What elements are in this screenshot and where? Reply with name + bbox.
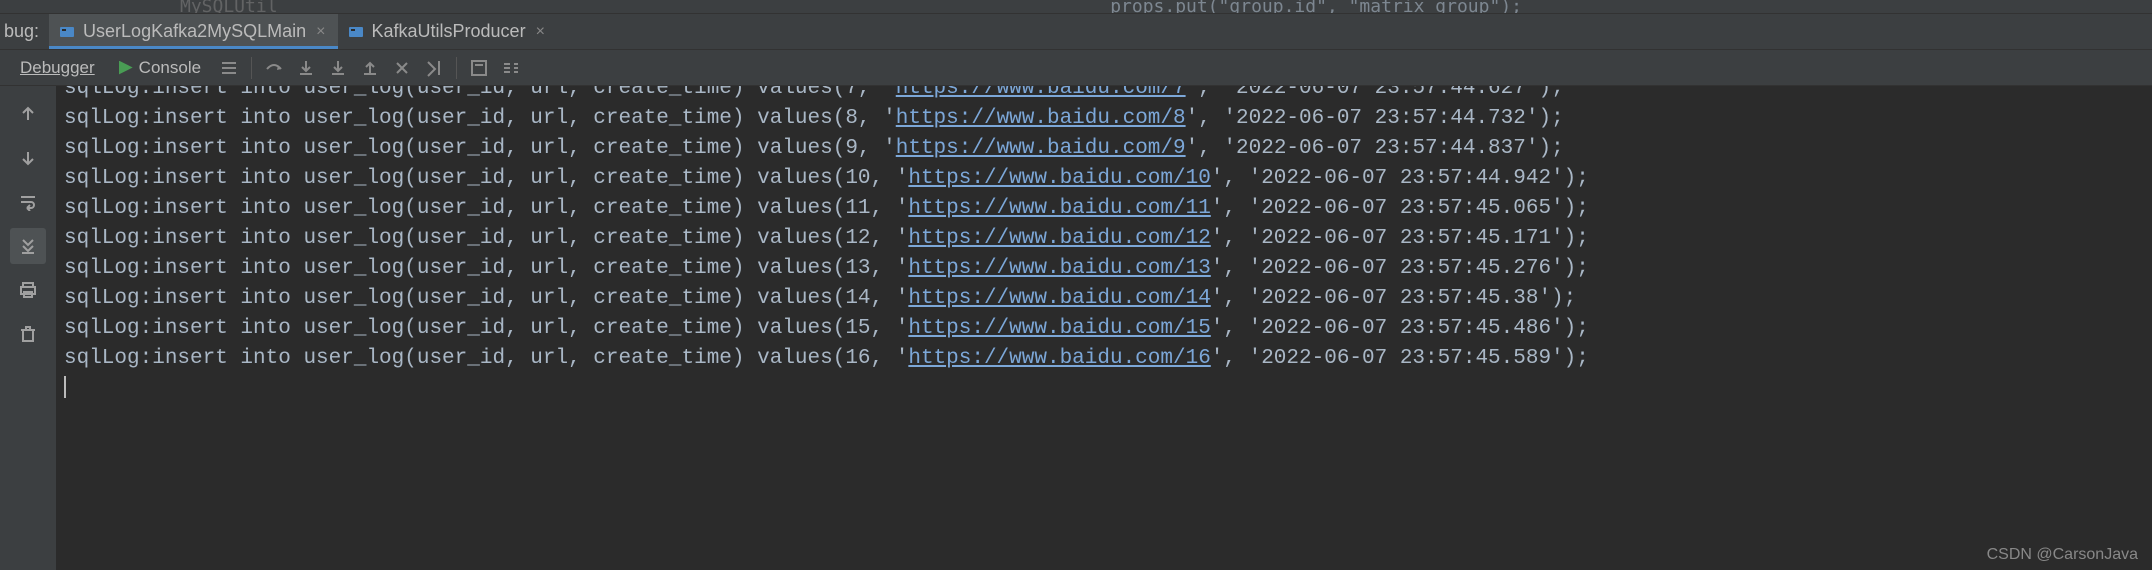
step-into-icon[interactable]: [292, 54, 320, 82]
log-text: sqlLog:insert into user_log(user_id, url…: [64, 167, 908, 190]
url-link[interactable]: https://www.baidu.com/11: [908, 197, 1210, 220]
log-text: sqlLog:insert into user_log(user_id, url…: [64, 227, 908, 250]
console-tab[interactable]: Console: [109, 54, 211, 82]
log-text: sqlLog:insert into user_log(user_id, url…: [64, 197, 908, 220]
editor-fragment-left: MySQLUtil: [180, 0, 278, 14]
console-line: sqlLog:insert into user_log(user_id, url…: [64, 194, 2144, 224]
step-out-icon[interactable]: [356, 54, 384, 82]
log-text: sqlLog:insert into user_log(user_id, url…: [64, 137, 896, 160]
tab-label: KafkaUtilsProducer: [372, 21, 526, 42]
log-text: ', '2022-06-07 23:57:45.276');: [1211, 257, 1589, 280]
scroll-down-icon[interactable]: [10, 140, 46, 176]
editor-fragment-right: props.put("group.id", "matrix_group");: [1110, 0, 1522, 14]
log-text: ', '2022-06-07 23:57:45.171');: [1211, 227, 1589, 250]
url-link[interactable]: https://www.baidu.com/12: [908, 227, 1210, 250]
log-text: sqlLog:insert into user_log(user_id, url…: [64, 86, 896, 100]
debugger-tab[interactable]: Debugger: [10, 54, 105, 82]
url-link[interactable]: https://www.baidu.com/15: [908, 317, 1210, 340]
log-text: ', '2022-06-07 23:57:44.942');: [1211, 167, 1589, 190]
log-text: ', '2022-06-07 23:57:44.732');: [1186, 107, 1564, 130]
url-link[interactable]: https://www.baidu.com/13: [908, 257, 1210, 280]
debugger-label: Debugger: [20, 58, 95, 78]
app-run-icon: [348, 24, 364, 40]
url-link[interactable]: https://www.baidu.com/16: [908, 347, 1210, 370]
console-line: sqlLog:insert into user_log(user_id, url…: [64, 104, 2144, 134]
scroll-up-icon[interactable]: [10, 96, 46, 132]
log-text: sqlLog:insert into user_log(user_id, url…: [64, 257, 908, 280]
console-line: sqlLog:insert into user_log(user_id, url…: [64, 134, 2144, 164]
console-line: sqlLog:insert into user_log(user_id, url…: [64, 314, 2144, 344]
threads-icon[interactable]: [215, 54, 243, 82]
print-icon[interactable]: [10, 272, 46, 308]
log-text: sqlLog:insert into user_log(user_id, url…: [64, 347, 908, 370]
clear-all-icon[interactable]: [10, 316, 46, 352]
log-text: ', '2022-06-07 23:57:45.486');: [1211, 317, 1589, 340]
evaluate-expression-icon[interactable]: [465, 54, 493, 82]
run-to-cursor-icon[interactable]: [420, 54, 448, 82]
url-link[interactable]: https://www.baidu.com/10: [908, 167, 1210, 190]
log-text: sqlLog:insert into user_log(user_id, url…: [64, 107, 896, 130]
log-text: ', '2022-06-07 23:57:45.065');: [1211, 197, 1589, 220]
tab-kafkautilsproducer[interactable]: KafkaUtilsProducer ×: [338, 14, 557, 49]
main-area: sqlLog:insert into user_log(user_id, url…: [0, 86, 2152, 570]
debug-label: bug:: [0, 14, 49, 49]
step-over-icon[interactable]: [260, 54, 288, 82]
console-line: sqlLog:insert into user_log(user_id, url…: [64, 164, 2144, 194]
soft-wrap-icon[interactable]: [10, 184, 46, 220]
url-link[interactable]: https://www.baidu.com/14: [908, 287, 1210, 310]
close-icon[interactable]: ×: [314, 23, 327, 41]
run-tabs-bar: bug: UserLogKafka2MySQLMain × KafkaUtils…: [0, 14, 2152, 50]
log-text: sqlLog:insert into user_log(user_id, url…: [64, 317, 908, 340]
force-step-into-icon[interactable]: [324, 54, 352, 82]
trace-current-stream-icon[interactable]: [497, 54, 525, 82]
tab-label: UserLogKafka2MySQLMain: [83, 21, 306, 42]
app-run-icon: [59, 24, 75, 40]
play-icon: [119, 61, 133, 75]
console-line: sqlLog:insert into user_log(user_id, url…: [64, 86, 2144, 104]
console-output[interactable]: sqlLog:insert into user_log(user_id, url…: [56, 86, 2152, 570]
console-line: sqlLog:insert into user_log(user_id, url…: [64, 344, 2144, 374]
log-text: ', '2022-06-07 23:57:45.589');: [1211, 347, 1589, 370]
console-line: sqlLog:insert into user_log(user_id, url…: [64, 224, 2144, 254]
divider: [251, 57, 252, 79]
scroll-to-end-icon[interactable]: [10, 228, 46, 264]
log-text: ', '2022-06-07 23:57:45.38');: [1211, 287, 1576, 310]
close-icon[interactable]: ×: [534, 23, 547, 41]
console-gutter: [0, 86, 56, 570]
debug-toolbar: Debugger Console: [0, 50, 2152, 86]
console-line: sqlLog:insert into user_log(user_id, url…: [64, 254, 2144, 284]
log-text: sqlLog:insert into user_log(user_id, url…: [64, 287, 908, 310]
tab-userlogkafka2mysqlmain[interactable]: UserLogKafka2MySQLMain ×: [49, 14, 337, 49]
watermark: CSDN @CarsonJava: [1987, 546, 2138, 564]
divider: [456, 57, 457, 79]
log-text: ', '2022-06-07 23:57:44.837');: [1186, 137, 1564, 160]
editor-fragment-bar: MySQLUtil props.put("group.id", "matrix_…: [0, 0, 2152, 14]
console-label: Console: [139, 58, 201, 78]
drop-frame-icon[interactable]: [388, 54, 416, 82]
text-cursor: [64, 376, 66, 398]
url-link[interactable]: https://www.baidu.com/9: [896, 137, 1186, 160]
log-text: ', '2022-06-07 23:57:44.627');: [1186, 86, 1564, 100]
url-link[interactable]: https://www.baidu.com/8: [896, 107, 1186, 130]
url-link[interactable]: https://www.baidu.com/7: [896, 86, 1186, 100]
console-line: sqlLog:insert into user_log(user_id, url…: [64, 284, 2144, 314]
